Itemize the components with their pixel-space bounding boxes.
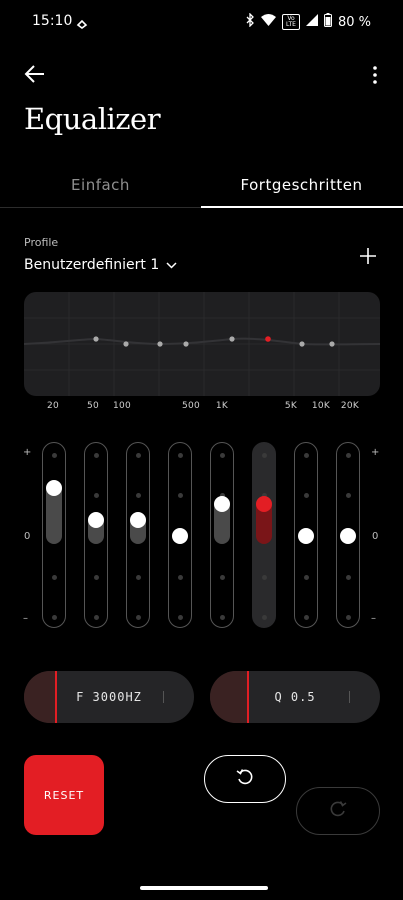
eq-curve-graph: [24, 292, 380, 396]
band-slider[interactable]: [294, 442, 318, 628]
slider-step-dot: [135, 452, 141, 458]
band-slider[interactable]: [168, 442, 192, 628]
freq-label-100: 100: [112, 401, 132, 411]
slider-step-dot: [303, 452, 309, 458]
slider-step-dot: [93, 574, 99, 580]
slider-knob[interactable]: [46, 480, 62, 496]
freq-label-1k: 1K: [215, 401, 229, 411]
profile-label: Profile: [24, 236, 59, 249]
status-time: 15:10: [32, 13, 73, 29]
slider-step-dot: [135, 492, 141, 498]
slider-step-dot: [303, 614, 309, 620]
slider-step-dot: [345, 614, 351, 620]
profile-value: Benutzerdefiniert 1: [24, 257, 160, 273]
redo-icon: [329, 800, 347, 822]
undo-icon: [236, 768, 254, 790]
tab-indicator: [201, 206, 403, 208]
right-plus-mark: +: [371, 447, 380, 458]
slider-step-dot: [261, 614, 267, 620]
chevron-down-icon: [166, 257, 177, 273]
freq-label-10k: 10K: [311, 401, 331, 411]
page-title: Equalizer: [24, 102, 161, 136]
slider-step-dot: [51, 452, 57, 458]
slider-step-dot: [51, 614, 57, 620]
slider-knob[interactable]: [130, 512, 146, 528]
frequency-tick: [163, 691, 164, 703]
tab-fortgeschritten[interactable]: Fortgeschritten: [201, 176, 402, 194]
reset-button[interactable]: RESET: [24, 755, 104, 835]
slider-step-dot: [345, 492, 351, 498]
slider-step-dot: [51, 574, 57, 580]
q-value: Q 0.5: [274, 690, 316, 704]
freq-label-20k: 20K: [340, 401, 360, 411]
slider-step-dot: [219, 452, 225, 458]
slider-step-dot: [177, 574, 183, 580]
wifi-icon: [260, 14, 276, 30]
slider-step-dot: [303, 492, 309, 498]
redo-button[interactable]: [296, 787, 380, 835]
slider-knob[interactable]: [256, 496, 272, 512]
battery-percent: 80 %: [337, 14, 371, 30]
bluetooth-icon: [245, 12, 255, 31]
slider-step-dot: [219, 574, 225, 580]
slider-step-dot: [93, 452, 99, 458]
volte-icon: Vo LTE: [281, 14, 300, 30]
slider-step-dot: [177, 492, 183, 498]
slider-knob[interactable]: [214, 496, 230, 512]
band-slider[interactable]: [42, 442, 66, 628]
band-slider[interactable]: [336, 442, 360, 628]
slider-step-dot: [135, 574, 141, 580]
status-icons: Vo LTE 80 %: [245, 12, 371, 31]
right-zero-mark: 0: [372, 531, 379, 542]
frequency-control[interactable]: F 3000HZ: [24, 671, 194, 723]
nfc-icon: [76, 15, 88, 34]
slider-step-dot: [261, 452, 267, 458]
undo-button[interactable]: [204, 755, 286, 803]
frequency-value: F 3000HZ: [76, 690, 142, 704]
slider-step-dot: [135, 614, 141, 620]
q-tick: [349, 691, 350, 703]
slider-step-dot: [219, 614, 225, 620]
band-slider[interactable]: [126, 442, 150, 628]
slider-step-dot: [303, 574, 309, 580]
slider-knob[interactable]: [340, 528, 356, 544]
home-indicator[interactable]: [140, 886, 268, 890]
slider-step-dot: [261, 574, 267, 580]
left-minus-mark: –: [23, 613, 28, 624]
band-slider[interactable]: [210, 442, 234, 628]
freq-label-500: 500: [181, 401, 201, 411]
slider-knob[interactable]: [172, 528, 188, 544]
slider-step-dot: [177, 452, 183, 458]
freq-label-20: 20: [46, 401, 60, 411]
plus-icon[interactable]: [359, 247, 377, 269]
freq-label-50: 50: [86, 401, 100, 411]
freq-label-5k: 5K: [284, 401, 298, 411]
q-control[interactable]: Q 0.5: [210, 671, 380, 723]
right-minus-mark: –: [371, 613, 376, 624]
back-arrow-icon[interactable]: [24, 64, 46, 88]
slider-knob[interactable]: [298, 528, 314, 544]
left-zero-mark: 0: [24, 531, 31, 542]
slider-step-dot: [345, 452, 351, 458]
more-vert-icon[interactable]: [372, 66, 378, 88]
left-plus-mark: +: [23, 447, 32, 458]
slider-step-dot: [93, 492, 99, 498]
battery-icon: [323, 13, 332, 31]
slider-step-dot: [177, 614, 183, 620]
slider-step-dot: [345, 574, 351, 580]
slider-step-dot: [93, 614, 99, 620]
slider-knob[interactable]: [88, 512, 104, 528]
profile-dropdown[interactable]: Benutzerdefiniert 1: [24, 257, 177, 273]
signal-icon: [305, 14, 318, 30]
band-slider[interactable]: [252, 442, 276, 628]
tab-einfach[interactable]: Einfach: [0, 176, 201, 194]
band-slider[interactable]: [84, 442, 108, 628]
